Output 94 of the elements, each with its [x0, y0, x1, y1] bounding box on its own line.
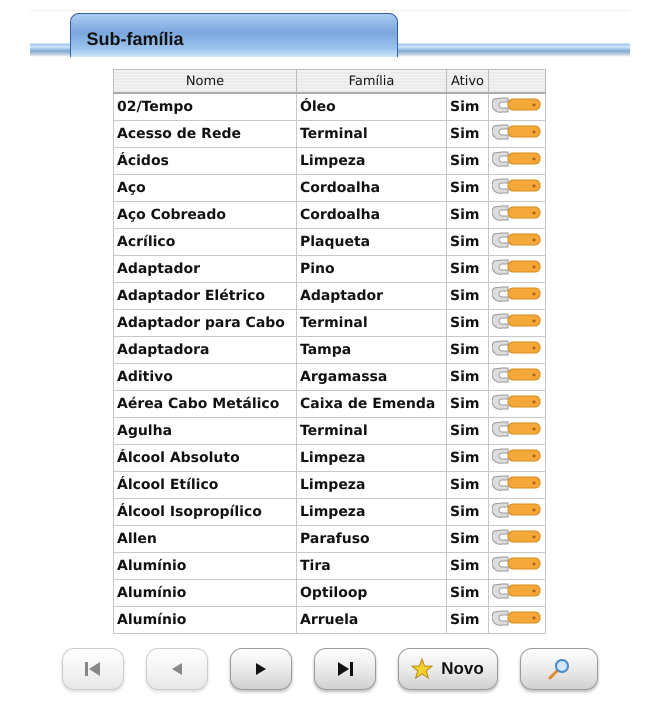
- table-cell: Arruela: [296, 606, 446, 634]
- table-cell: Tampa: [296, 336, 446, 364]
- wrench-icon[interactable]: [492, 392, 542, 412]
- column-header: [488, 70, 546, 93]
- wrench-icon[interactable]: [492, 365, 542, 385]
- table-cell: Sim: [446, 93, 489, 120]
- table-cell: Sim: [446, 174, 489, 202]
- table-cell: Limpeza: [296, 148, 446, 174]
- table-cell: Adaptadora: [113, 336, 296, 364]
- table-cell: Terminal: [296, 418, 446, 444]
- wrench-icon[interactable]: [492, 500, 542, 520]
- table-cell: Aço: [113, 174, 296, 202]
- table-cell: Sim: [446, 364, 489, 390]
- table-cell: Alumínio: [113, 552, 296, 580]
- wrench-icon[interactable]: [492, 257, 542, 277]
- table-cell: Tira: [296, 552, 446, 580]
- wrench-icon[interactable]: [492, 419, 542, 439]
- table-cell: Limpeza: [296, 444, 446, 472]
- table-cell: Plaqueta: [296, 228, 446, 256]
- table-cell: Alumínio: [113, 606, 296, 634]
- table-cell: Sim: [446, 472, 489, 498]
- table-cell: Aérea Cabo Metálico: [113, 390, 296, 418]
- table-cell: Adaptador Elétrico: [113, 282, 296, 310]
- table-cell: Álcool Isopropílico: [113, 498, 296, 526]
- table-cell: Alumínio: [113, 580, 296, 606]
- table-cell: Sim: [446, 120, 489, 148]
- first-page-icon: [84, 661, 102, 677]
- wrench-icon[interactable]: [492, 608, 542, 628]
- wrench-icon[interactable]: [492, 338, 542, 358]
- table-cell: Terminal: [296, 120, 446, 148]
- wrench-icon[interactable]: [492, 284, 542, 304]
- wrench-icon[interactable]: [492, 554, 542, 574]
- search-button[interactable]: [520, 648, 598, 690]
- previous-icon: [170, 662, 182, 676]
- table-cell: Sim: [446, 228, 489, 256]
- wrench-icon[interactable]: [492, 176, 542, 196]
- wrench-icon[interactable]: [492, 230, 542, 250]
- wrench-icon[interactable]: [492, 581, 542, 601]
- search-icon: [546, 657, 570, 681]
- wrench-icon[interactable]: [492, 311, 542, 331]
- wrench-icon[interactable]: [492, 149, 542, 169]
- last-page-icon: [336, 661, 354, 677]
- table-cell: Terminal: [296, 310, 446, 336]
- table-cell: Adaptador: [296, 282, 446, 310]
- table-cell: Sim: [446, 310, 489, 336]
- table-cell: Cordoalha: [296, 174, 446, 202]
- column-header[interactable]: Nome: [113, 70, 296, 93]
- table-cell: Sim: [446, 418, 489, 444]
- table-cell: Aditivo: [113, 364, 296, 390]
- table-cell: Optiloop: [296, 580, 446, 606]
- table-cell: Sim: [446, 444, 489, 472]
- table-cell: Sim: [446, 256, 489, 282]
- wrench-icon[interactable]: [492, 527, 542, 547]
- table-cell: Sim: [446, 282, 489, 310]
- column-header[interactable]: Ativo: [446, 70, 489, 93]
- table-cell: Sim: [446, 498, 489, 526]
- star-icon: [411, 658, 434, 680]
- wrench-icon[interactable]: [492, 446, 542, 466]
- table-cell: 02/Tempo: [113, 93, 296, 120]
- table-cell: Aço Cobreado: [113, 202, 296, 228]
- table-cell: Adaptador para Cabo: [113, 310, 296, 336]
- table-cell: Limpeza: [296, 498, 446, 526]
- table-cell: Acesso de Rede: [113, 120, 296, 148]
- table-cell: Allen: [113, 526, 296, 552]
- table-cell: Argamassa: [296, 364, 446, 390]
- table-cell: Agulha: [113, 418, 296, 444]
- table-cell: Sim: [446, 526, 489, 552]
- table-cell: Sim: [446, 580, 489, 606]
- wrench-icon[interactable]: [492, 122, 542, 142]
- table-cell: Álcool Etílico: [113, 472, 296, 498]
- table-cell: Sim: [446, 606, 489, 634]
- new-button[interactable]: Novo: [398, 648, 498, 690]
- table-cell: Sim: [446, 148, 489, 174]
- table-cell: Limpeza: [296, 472, 446, 498]
- table-cell: Caixa de Emenda: [296, 390, 446, 418]
- next-icon: [254, 662, 266, 676]
- table-cell: Acrílico: [113, 228, 296, 256]
- table-cell: Álcool Absoluto: [113, 444, 296, 472]
- wrench-icon[interactable]: [492, 473, 542, 493]
- table-cell: Parafuso: [296, 526, 446, 552]
- table-cell: Pino: [296, 256, 446, 282]
- last-page-button[interactable]: [314, 648, 376, 690]
- table-cell: Sim: [446, 336, 489, 364]
- next-button[interactable]: [230, 648, 292, 690]
- table-cell: Sim: [446, 552, 489, 580]
- wrench-icon[interactable]: [492, 95, 542, 115]
- table-cell: Óleo: [296, 93, 446, 120]
- column-header[interactable]: Família: [296, 70, 446, 93]
- table-cell: Ácidos: [113, 148, 296, 174]
- table-cell: Sim: [446, 202, 489, 228]
- table-cell: Cordoalha: [296, 202, 446, 228]
- table-cell: Adaptador: [113, 256, 296, 282]
- table-cell: Sim: [446, 390, 489, 418]
- wrench-icon[interactable]: [492, 203, 542, 223]
